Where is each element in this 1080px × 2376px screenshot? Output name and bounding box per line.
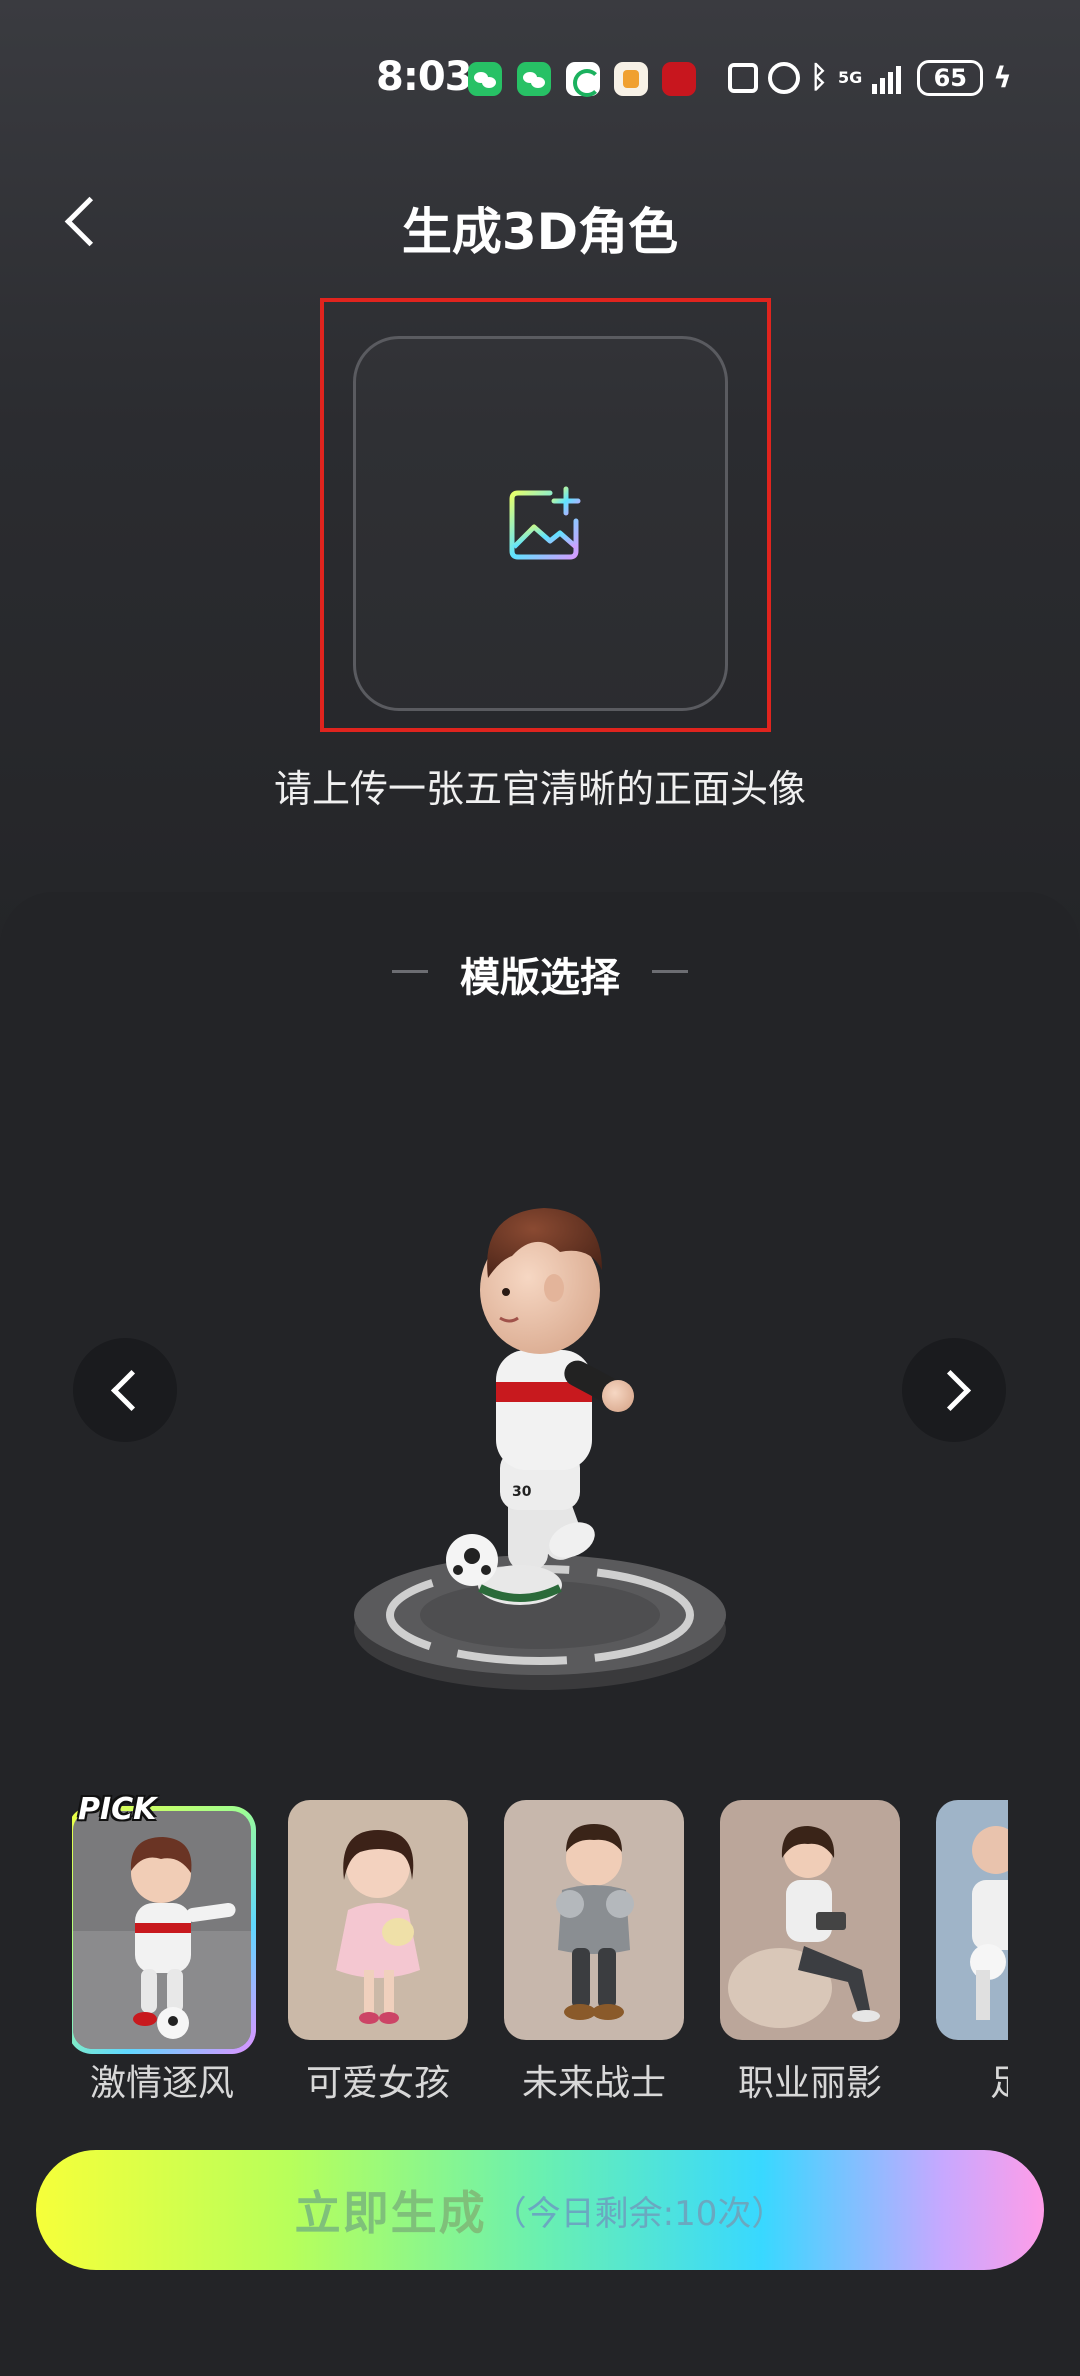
app-notification-icon: [662, 62, 696, 96]
template-label: 激情逐风: [89, 2063, 234, 2104]
template-item[interactable]: 可爱女孩: [288, 1800, 468, 2106]
svg-text:30: 30: [512, 1484, 532, 1500]
template-label: 职业丽影: [737, 2063, 882, 2104]
template-item[interactable]: 职业丽影: [720, 1800, 900, 2106]
upload-hint: 请上传一张五官清晰的正面头像: [273, 767, 806, 811]
template-label: 未来战士: [521, 2063, 666, 2104]
system-icons: ᛒ 5G 65 ϟ: [728, 58, 1012, 98]
upload-image-button[interactable]: [353, 336, 728, 711]
template-item[interactable]: 未来战士: [504, 1800, 684, 2106]
divider: [652, 970, 688, 973]
selected-frame: [72, 1806, 256, 2054]
character-preview: 30: [354, 1208, 726, 1690]
wechat-notification-icon: [468, 62, 502, 96]
add-image-icon: [509, 486, 581, 560]
bluetooth-icon: ᛒ: [810, 60, 828, 95]
template-label: 足球: [989, 2063, 1008, 2104]
wechat-notification-icon: [517, 62, 551, 96]
template-thumbnail: [73, 1811, 251, 2049]
network-type: 5G: [838, 68, 863, 87]
signal-icon: [872, 62, 902, 94]
pick-badge: PICK: [78, 1792, 157, 1827]
app-notification-icon: [566, 62, 601, 97]
page-title: 生成3D角色: [401, 203, 679, 261]
section-title: 模版选择: [460, 955, 620, 1001]
app-notification-icon: [614, 62, 648, 96]
template-label: 可爱女孩: [305, 2063, 450, 2104]
template-thumbnail: [936, 1800, 1008, 2040]
charging-icon: ϟ: [993, 61, 1012, 94]
battery-icon: 65: [917, 60, 984, 96]
template-thumbnail: [288, 1800, 468, 2040]
status-time: 8:03: [376, 54, 472, 100]
generate-button[interactable]: 立即生成 （今日剩余:10次）: [36, 2150, 1044, 2270]
template-item[interactable]: 激情逐风 PICK: [72, 1792, 256, 2106]
nfc-icon: [728, 63, 758, 93]
alarm-icon: [768, 62, 800, 94]
template-list[interactable]: 激情逐风 PICK 可爱女孩 未来战士 职业丽影 足: [72, 1790, 1008, 2110]
template-thumbnail: [720, 1800, 900, 2040]
status-bar: 8:03 ᛒ 5G 65 ϟ: [0, 50, 1080, 110]
previous-template-button[interactable]: [73, 1338, 177, 1442]
template-item[interactable]: 足球: [936, 1800, 1008, 2106]
next-template-button[interactable]: [902, 1338, 1006, 1442]
template-thumbnail: [504, 1800, 684, 2040]
remaining-count: （今日剩余:10次）: [492, 2193, 786, 2234]
generate-button-label: 立即生成: [294, 2186, 487, 2240]
